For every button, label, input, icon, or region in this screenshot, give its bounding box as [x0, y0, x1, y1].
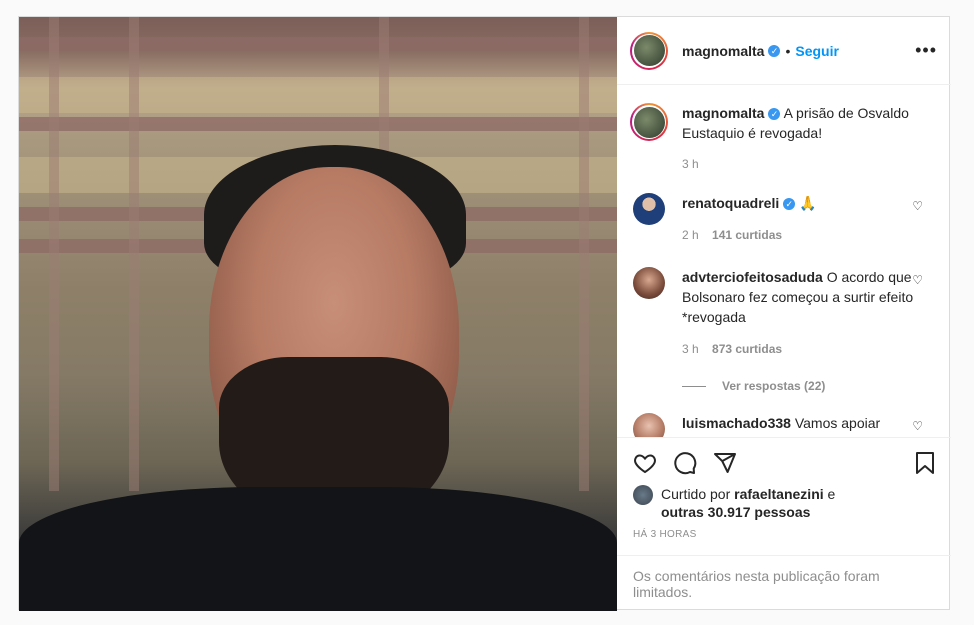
comment-meta: 2 h 141 curtidas [682, 225, 918, 245]
comment-item: luismachado338 Vamos apoiar nosso Presid… [630, 413, 937, 437]
photo-person-shirt [19, 487, 617, 611]
action-bar [617, 437, 951, 487]
caption-text: magnomalta ✓ A prisão de Osvaldo Eustaqui… [682, 103, 932, 143]
verified-icon: ✓ [768, 44, 781, 57]
more-icon[interactable]: ••• [915, 40, 937, 61]
share-icon[interactable] [713, 451, 737, 475]
bookmark-icon[interactable] [913, 451, 937, 475]
likes-others[interactable]: outras 30.917 pessoas [661, 504, 810, 520]
comment-icon[interactable] [673, 451, 697, 475]
header-separator: • [785, 42, 791, 59]
photo-bg-column [49, 17, 59, 491]
post-side-panel: magnomalta ✓ • Seguir ••• magnomalta ✓ A … [617, 17, 951, 611]
view-replies-label: Ver respostas (22) [722, 379, 826, 393]
comments-list[interactable]: magnomalta ✓ A prisão de Osvaldo Eustaqui… [617, 85, 951, 437]
caption-avatar[interactable] [630, 103, 668, 141]
likes-text: Curtido por rafaeltanezini e outras 30.9… [661, 485, 835, 521]
photo-bg-column [129, 17, 139, 491]
comment-likes[interactable]: 873 curtidas [712, 342, 782, 356]
comment-avatar[interactable] [633, 267, 665, 299]
likes-connector: e [827, 486, 836, 502]
likes-prefix: Curtido por [661, 486, 731, 502]
comment-username[interactable]: renatoquadreli [682, 195, 779, 211]
comment-body: advterciofeitosaduda O acordo que Bolson… [682, 267, 918, 359]
comment-body: luismachado338 Vamos apoiar nosso Presid… [682, 413, 918, 437]
likes-summary: Curtido por rafaeltanezini e outras 30.9… [617, 485, 951, 521]
comments-limited-notice: Os comentários nesta publicação foram li… [617, 555, 951, 611]
liker-avatar[interactable] [633, 485, 653, 505]
post-caption: magnomalta ✓ A prisão de Osvaldo Eustaqui… [630, 85, 937, 143]
comment-username[interactable]: luismachado338 [682, 415, 791, 431]
post-header: magnomalta ✓ • Seguir ••• [617, 17, 951, 85]
replies-divider [682, 385, 706, 387]
post-photo[interactable] [19, 17, 617, 611]
comment-avatar[interactable] [633, 193, 665, 225]
view-replies-button[interactable]: Ver respostas (22) [682, 379, 937, 393]
comment-item: renatoquadreli ✓ 🙏 2 h 141 curtidas ♡ [630, 193, 937, 245]
comment-like-heart-icon[interactable]: ♡ [912, 273, 923, 287]
comment-text: 🙏 [799, 195, 817, 211]
author-avatar[interactable] [630, 31, 668, 70]
photo-bg-beam [19, 117, 617, 131]
comment-like-heart-icon[interactable]: ♡ [912, 419, 923, 433]
caption-time[interactable]: 3 h [682, 157, 937, 171]
comment-body: renatoquadreli ✓ 🙏 2 h 141 curtidas [682, 193, 918, 245]
author-username[interactable]: magnomalta [682, 43, 764, 59]
photo-bg-shelf [19, 77, 617, 113]
verified-icon: ✓ [768, 108, 781, 121]
follow-button[interactable]: Seguir [795, 43, 839, 59]
comment-avatar[interactable] [633, 413, 665, 437]
comment-username[interactable]: advterciofeitosaduda [682, 269, 823, 285]
liker-username[interactable]: rafaeltanezini [734, 486, 823, 502]
comment-time[interactable]: 2 h [682, 228, 699, 242]
comment-item: advterciofeitosaduda O acordo que Bolson… [630, 267, 937, 359]
photo-bg-column [579, 17, 589, 491]
comment-time[interactable]: 3 h [682, 342, 699, 356]
post-time[interactable]: HÁ 3 HORAS [617, 529, 951, 555]
heart-icon[interactable] [633, 451, 657, 475]
comment-meta: 3 h 873 curtidas [682, 339, 918, 359]
verified-icon: ✓ [783, 198, 796, 211]
caption-username[interactable]: magnomalta [682, 105, 764, 121]
instagram-post: magnomalta ✓ • Seguir ••• magnomalta ✓ A … [18, 16, 951, 611]
comment-like-heart-icon[interactable]: ♡ [912, 199, 923, 213]
comment-likes[interactable]: 141 curtidas [712, 228, 782, 242]
photo-bg-beam [19, 37, 617, 51]
